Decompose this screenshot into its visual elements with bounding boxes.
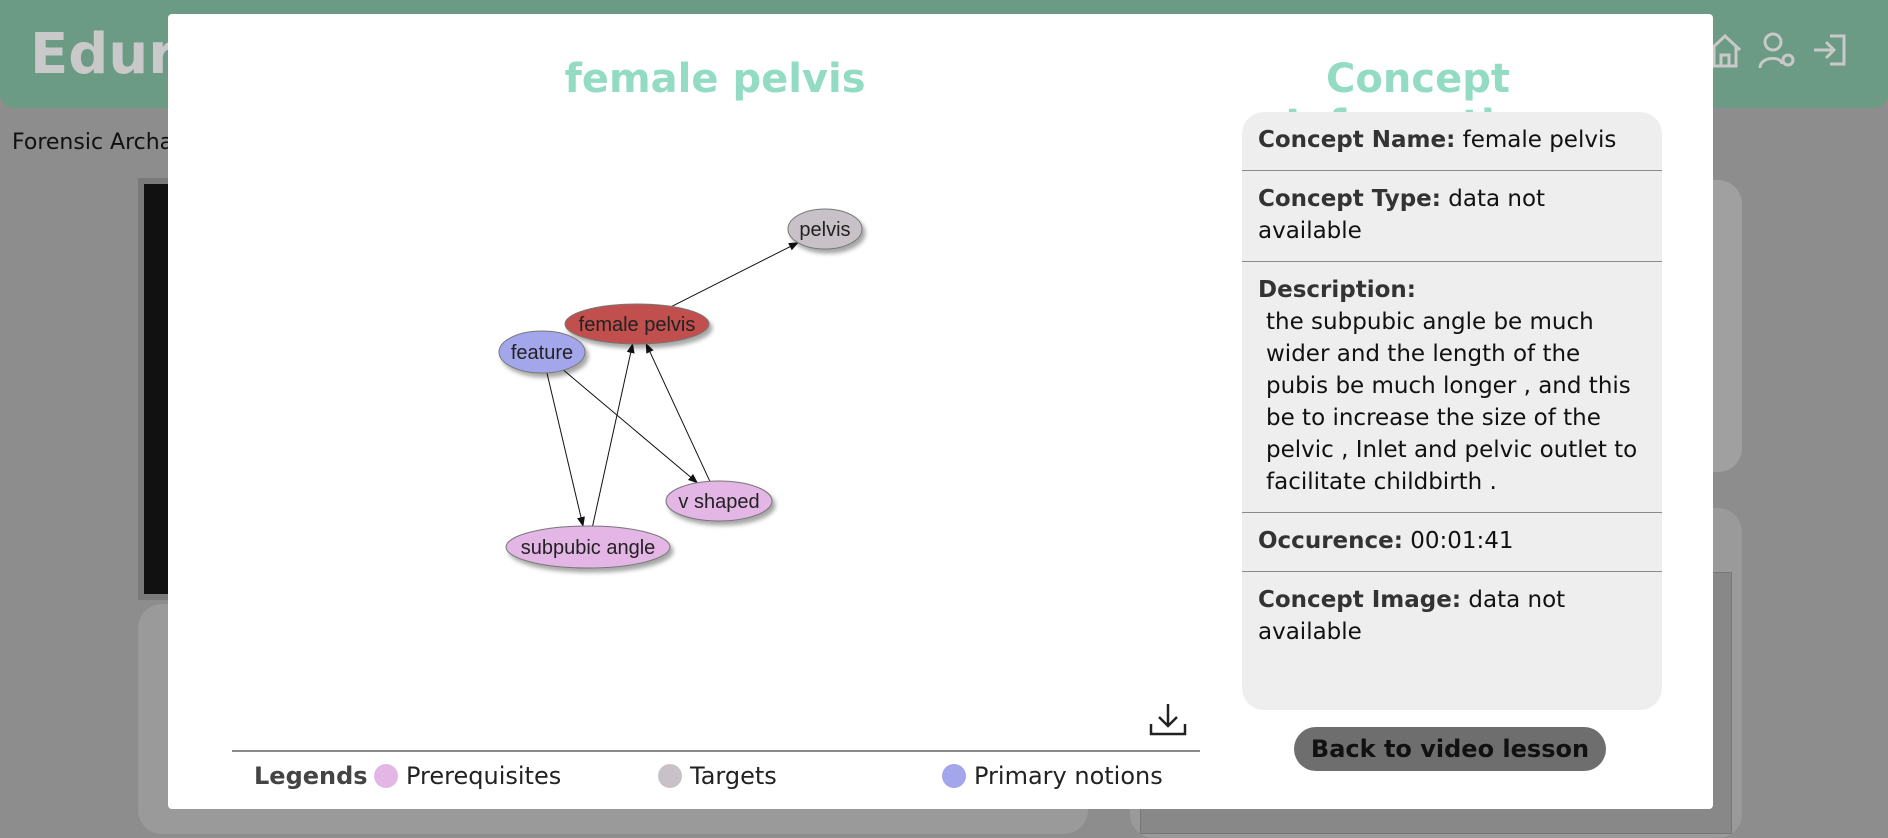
graph-node-label: subpubic angle [521,537,656,559]
graph-node-subpubic-angle[interactable]: subpubic angle [505,525,671,569]
legend-label: Prerequisites [406,762,562,790]
legend-label: Primary notions [974,762,1163,790]
legend-prerequisites: Prerequisites [374,762,561,790]
legends-title: Legends [254,762,368,790]
concept-image-row: Concept Image: data not available [1242,572,1662,662]
graph-node-label: pelvis [799,219,850,241]
download-icon[interactable] [1148,700,1188,740]
legends: Legends Prerequisites Targets Primary no… [254,762,1204,802]
graph-node-label: female pelvis [579,314,696,336]
graph-edge-subpubic_angle-to-female_pelvis [592,342,635,527]
legend-targets: Targets [658,762,777,790]
concept-name-row: Concept Name: female pelvis [1242,112,1662,171]
prerequisites-dot [374,764,398,788]
occurence-label: Occurence: [1258,528,1403,554]
occurence-row: Occurence: 00:01:41 [1242,513,1662,572]
concept-image-label: Concept Image: [1258,587,1462,613]
description-label: Description: [1258,277,1416,303]
graph-edge-female_pelvis-to-pelvis [671,242,799,307]
occurence-value: 00:01:41 [1410,528,1514,554]
primary-notions-dot [942,764,966,788]
concept-name-label: Concept Name: [1258,127,1456,153]
graph-node-female-pelvis[interactable]: female pelvis [564,303,710,345]
graph-edge-v_shaped-to-female_pelvis [645,342,711,482]
graph-edge-feature-to-subpubic_angle [546,372,585,528]
graph-edge-feature-to-v_shaped [563,369,699,484]
graph-node-label: v shaped [678,491,759,513]
graph-node-label: feature [511,342,573,364]
graph-node-v-shaped[interactable]: v shaped [665,480,773,522]
breadcrumb[interactable]: Forensic Archa [12,130,173,155]
graph-node-pelvis[interactable]: pelvis [787,208,863,250]
description-value: the subpubic angle be much wider and the… [1266,309,1638,495]
legend-divider [232,750,1200,752]
header-icons [1706,28,1848,72]
back-to-video-button[interactable]: Back to video lesson [1294,727,1606,771]
concept-type-label: Concept Type: [1258,186,1441,212]
logout-icon[interactable] [1810,28,1848,72]
targets-dot [658,764,682,788]
legend-primary-notions: Primary notions [942,762,1163,790]
concept-info-panel: Concept Name: female pelvis Concept Type… [1242,112,1662,710]
legend-label: Targets [690,762,777,790]
concept-name-value: female pelvis [1462,127,1617,153]
graph-node-feature[interactable]: feature [498,330,586,374]
concept-type-row: Concept Type: data not available [1242,171,1662,262]
description-row: Description: the subpubic angle be much … [1242,262,1662,513]
user-settings-icon[interactable] [1758,28,1796,72]
concept-modal: female pelvis pelvis female pelvis feature… [168,14,1713,809]
concept-graph: pelvis female pelvis feature v shaped subpub… [498,208,863,569]
